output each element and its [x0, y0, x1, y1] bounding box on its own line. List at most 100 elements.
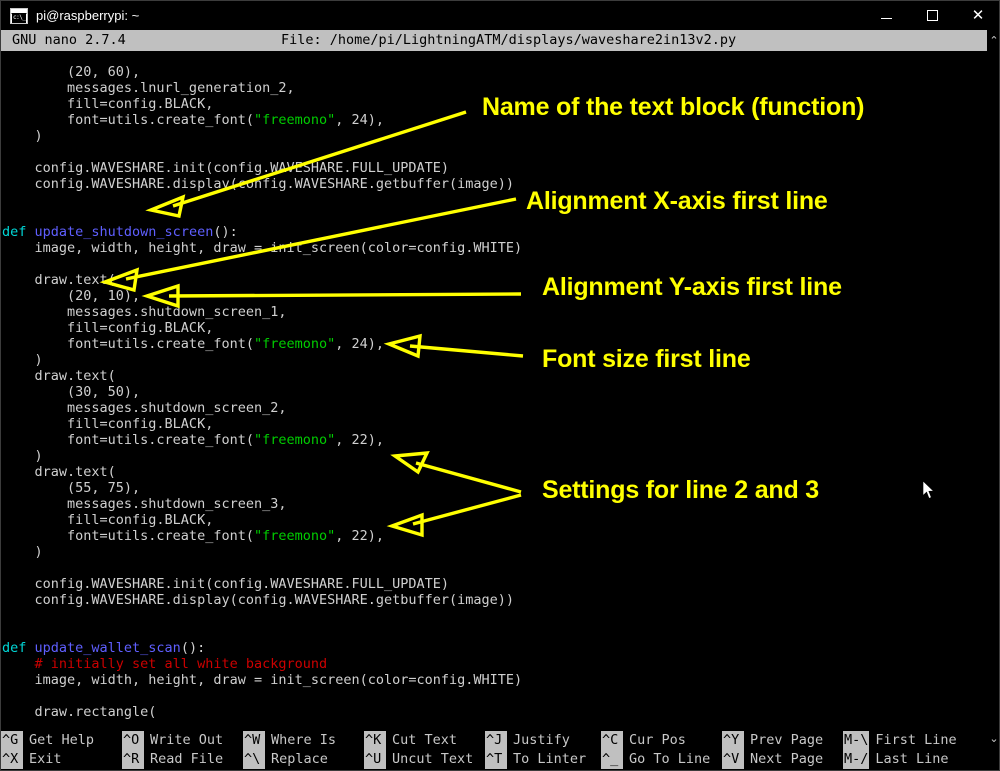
code-line: config.WAVESHARE.init(config.WAVESHARE.F… — [2, 576, 987, 592]
shortcut-key: ^R — [122, 750, 144, 769]
shortcut-key: ^J — [485, 731, 507, 750]
shortcut-key: ^_ — [601, 750, 623, 769]
shortcut-label: Justify — [513, 732, 570, 748]
window-controls: ✕ — [863, 1, 999, 30]
code-editor-area[interactable]: (20, 60), messages.lnurl_generation_2, f… — [1, 51, 987, 733]
shortcut-key: ^Y — [722, 731, 744, 750]
code-token: config.WAVESHARE.display(config.WAVESHAR… — [2, 592, 515, 608]
code-line: messages.lnurl_generation_2, — [2, 80, 987, 96]
code-token: , 22), — [335, 432, 385, 448]
code-token: draw.text( — [2, 464, 116, 480]
shortcut-label: Go To Line — [629, 751, 711, 767]
code-line: font=utils.create_font("freemono", 22), — [2, 432, 987, 448]
code-line: ) — [2, 128, 987, 144]
shortcut-item[interactable]: ^V Next Page — [722, 750, 823, 769]
shortcut-item[interactable]: M-\ First Line — [843, 731, 957, 750]
code-line: fill=config.BLACK, — [2, 96, 987, 112]
shortcut-label: Next Page — [750, 751, 824, 767]
code-token: fill=config.BLACK, — [2, 416, 214, 432]
code-line: (30, 50), — [2, 384, 987, 400]
shortcut-item[interactable]: M-/ Last Line — [843, 750, 957, 769]
code-line: messages.shutdown_screen_3, — [2, 496, 987, 512]
code-line: ) — [2, 544, 987, 560]
code-line: image, width, height, draw = init_screen… — [2, 240, 987, 256]
shortcut-item[interactable]: ^X Exit — [1, 750, 94, 769]
code-line: fill=config.BLACK, — [2, 512, 987, 528]
shortcut-item[interactable]: ^\ Replace — [243, 750, 336, 769]
code-line: def update_shutdown_screen(): — [2, 224, 987, 240]
minimize-button[interactable] — [863, 1, 909, 30]
code-token: draw.text( — [2, 368, 116, 384]
shortcut-item[interactable]: ^T To Linter — [485, 750, 586, 769]
shortcut-key: ^V — [722, 750, 744, 769]
code-token: fill=config.BLACK, — [2, 320, 214, 336]
code-line: def update_wallet_scan(): — [2, 640, 987, 656]
shortcut-item[interactable]: ^C Cur Pos — [601, 731, 710, 750]
nano-version-label: GNU nano 2.7.4 — [12, 32, 126, 48]
shortcut-key: ^K — [364, 731, 386, 750]
shortcut-item[interactable]: ^G Get Help — [1, 731, 94, 750]
maximize-icon — [926, 10, 938, 21]
code-line: messages.shutdown_screen_1, — [2, 304, 987, 320]
code-token: "freemono" — [253, 528, 336, 544]
code-token: def — [2, 640, 35, 656]
shortcut-key: ^C — [601, 731, 623, 750]
code-token: config.WAVESHARE.display(config.WAVESHAR… — [2, 176, 515, 192]
shortcut-item[interactable]: ^Y Prev Page — [722, 731, 823, 750]
shortcut-column: ^O Write Out ^R Read File — [122, 731, 223, 770]
code-token: , 22), — [335, 528, 385, 544]
shortcut-label: Last Line — [875, 751, 949, 767]
code-token: (55, 75), — [2, 480, 141, 496]
window-title: pi@raspberrypi: ~ — [36, 8, 140, 23]
code-line: (55, 75), — [2, 480, 987, 496]
code-token: messages.shutdown_screen_3, — [2, 496, 287, 512]
code-token: font=utils.create_font( — [2, 112, 254, 128]
window-titlebar[interactable]: pi@raspberrypi: ~ ✕ — [1, 1, 999, 31]
shortcut-item[interactable]: ^W Where Is — [243, 731, 336, 750]
shortcut-label: Get Help — [29, 732, 95, 748]
shortcut-item[interactable]: ^U Uncut Text — [364, 750, 473, 769]
shortcut-key: ^W — [243, 731, 265, 750]
code-line: font=utils.create_font("freemono", 22), — [2, 528, 987, 544]
code-token: ) — [2, 448, 43, 464]
shortcut-column: ^G Get Help ^X Exit — [1, 731, 94, 770]
maximize-button[interactable] — [909, 1, 955, 30]
shortcut-column: ^Y Prev Page ^V Next Page — [722, 731, 823, 770]
shortcut-item[interactable]: ^O Write Out — [122, 731, 223, 750]
shortcut-item[interactable]: ^_ Go To Line — [601, 750, 710, 769]
shortcut-column: ^W Where Is ^\ Replace — [243, 731, 336, 770]
shortcut-key: ^O — [122, 731, 144, 750]
shortcut-item[interactable]: ^J Justify — [485, 731, 586, 750]
code-token: , 24), — [335, 112, 385, 128]
shortcut-key: ^\ — [243, 750, 265, 769]
code-token: image, width, height, draw = init_screen… — [2, 240, 523, 256]
code-line: draw.text( — [2, 272, 987, 288]
code-token: messages.shutdown_screen_2, — [2, 400, 287, 416]
code-token: # initially set all white background — [2, 656, 328, 672]
code-token: (20, 10), — [2, 288, 141, 304]
shortcut-item[interactable]: ^K Cut Text — [364, 731, 473, 750]
shortcut-label: Cut Text — [392, 732, 458, 748]
minimize-icon — [880, 17, 892, 19]
terminal-window: pi@raspberrypi: ~ ✕ GNU nano 2.7.4 File:… — [0, 0, 1000, 771]
code-token: config.WAVESHARE.init(config.WAVESHARE.F… — [2, 576, 450, 592]
code-token: (30, 50), — [2, 384, 141, 400]
shortcut-item[interactable]: ^R Read File — [122, 750, 223, 769]
code-token: ) — [2, 352, 43, 368]
scroll-down-icon[interactable]: ⌄ — [987, 728, 999, 750]
code-token: font=utils.create_font( — [2, 336, 254, 352]
code-token: "freemono" — [253, 112, 336, 128]
scroll-up-icon[interactable]: ⌃ — [987, 30, 999, 51]
code-line: config.WAVESHARE.display(config.WAVESHAR… — [2, 592, 987, 608]
code-token: update_wallet_scan — [34, 640, 181, 656]
close-button[interactable]: ✕ — [955, 1, 999, 30]
close-icon: ✕ — [971, 7, 985, 24]
code-line: (20, 10), — [2, 288, 987, 304]
code-line: fill=config.BLACK, — [2, 416, 987, 432]
shortcut-column: ^J Justify ^T To Linter — [485, 731, 586, 770]
